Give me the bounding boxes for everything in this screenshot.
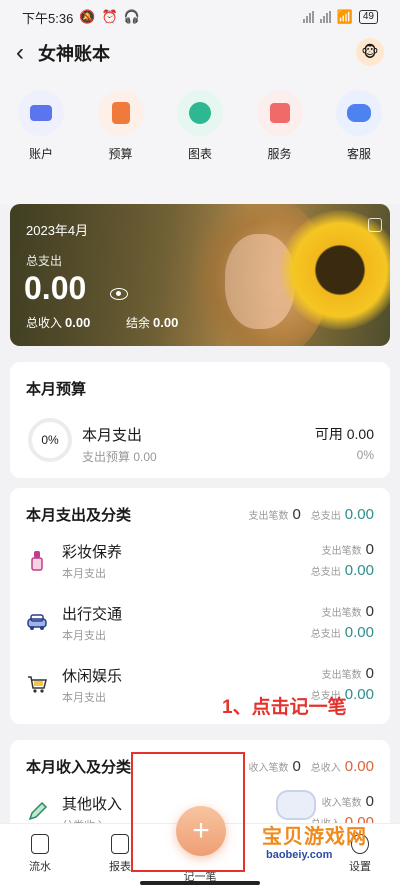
back-arrow-icon[interactable]: ‹ xyxy=(16,38,34,68)
pencil-icon xyxy=(28,801,48,821)
quick-support[interactable]: 客服 xyxy=(336,90,382,204)
quick-budget[interactable]: 预算 xyxy=(97,90,144,204)
income-section-title: 本月收入及分类 xyxy=(26,759,132,776)
budget-expense-title: 本月支出 xyxy=(82,427,143,444)
expense-section-header: 本月支出及分类 支出笔数 0 总支出 0.00 xyxy=(10,488,390,525)
summary-banner: 2023年4月 总支出 0.00 总收入 0.00 结余 0.00 xyxy=(10,204,390,346)
budget-amount: 支出预算 0.00 xyxy=(82,450,157,464)
receipt-icon xyxy=(31,834,49,854)
tab-flow[interactable]: 流水 xyxy=(10,834,70,874)
total-income: 总收入 0.00 xyxy=(26,315,91,330)
budget-card[interactable]: 本月预算 0% 本月支出 支出预算 0.00 可用 0.00 0% xyxy=(10,362,390,478)
expense-row-transport[interactable]: 出行交通 本月支出 支出笔数 0 总支出 0.00 xyxy=(10,593,390,655)
budget-available: 可用 0.00 xyxy=(314,426,374,442)
mute-icon: 🔕 xyxy=(79,9,96,24)
wifi-icon: 📶 xyxy=(336,9,353,24)
expense-section-title: 本月支出及分类 xyxy=(26,507,132,524)
chat-icon xyxy=(336,90,382,136)
budget-progress-ring: 0% xyxy=(28,418,72,462)
avatar[interactable]: 🐵 xyxy=(356,38,384,66)
quick-actions: 账户 预算 图表 服务 客服 xyxy=(0,72,400,204)
home-indicator xyxy=(140,881,260,885)
report-icon xyxy=(111,834,129,854)
quick-service[interactable]: 服务 xyxy=(256,90,303,204)
wallet-icon xyxy=(18,90,64,136)
shopping-cart-icon xyxy=(28,676,47,693)
balance: 结余 0.00 xyxy=(126,315,179,330)
banner-month[interactable]: 2023年4月 xyxy=(26,220,88,239)
signal-icon-2 xyxy=(319,11,331,23)
quick-account[interactable]: 账户 xyxy=(18,90,64,204)
quick-chart[interactable]: 图表 xyxy=(177,90,223,204)
shopping-bag-icon xyxy=(256,90,303,136)
signal-icon xyxy=(302,11,314,23)
tutorial-annotation: 1、点击记一笔 xyxy=(222,697,347,718)
alarm-icon: ⏰ xyxy=(101,9,118,24)
expense-section-stats: 支出笔数 0 总支出 0.00 xyxy=(248,506,374,523)
car-icon xyxy=(27,614,47,630)
watermark: 宝贝游戏网 baobeiy.com xyxy=(262,826,367,861)
share-icon[interactable] xyxy=(368,218,382,232)
total-expense-value: 0.00 xyxy=(24,270,87,306)
page-title: 女神账本 xyxy=(38,44,110,64)
budget-icon xyxy=(97,90,144,136)
battery-icon: 49 xyxy=(358,10,378,24)
expense-row-makeup[interactable]: 彩妆保养 本月支出 支出笔数 0 总支出 0.00 xyxy=(10,531,390,593)
eye-icon[interactable] xyxy=(110,288,128,300)
status-time: 下午5:36 xyxy=(22,10,74,26)
budget-title: 本月预算 xyxy=(26,381,87,398)
expense-category-card: 本月支出及分类 支出笔数 0 总支出 0.00 彩妆保养 本月支出 支出笔数 0 总支… xyxy=(10,488,390,724)
tutorial-highlight-box xyxy=(131,752,245,872)
income-section-stats: 收入笔数 0 总收入 0.00 xyxy=(248,758,374,775)
status-bar: 下午5:36 🔕 ⏰ 🎧 📶 49 xyxy=(0,0,400,34)
pie-chart-icon xyxy=(177,90,223,136)
budget-available-percent: 0% xyxy=(356,448,374,462)
headset-icon: 🎧 xyxy=(123,9,140,24)
total-expense-label: 总支出 xyxy=(26,254,63,268)
lipstick-icon xyxy=(31,551,43,571)
gamepad-logo-icon xyxy=(276,790,316,820)
title-bar: ‹ 女神账本 🐵 xyxy=(0,34,400,72)
